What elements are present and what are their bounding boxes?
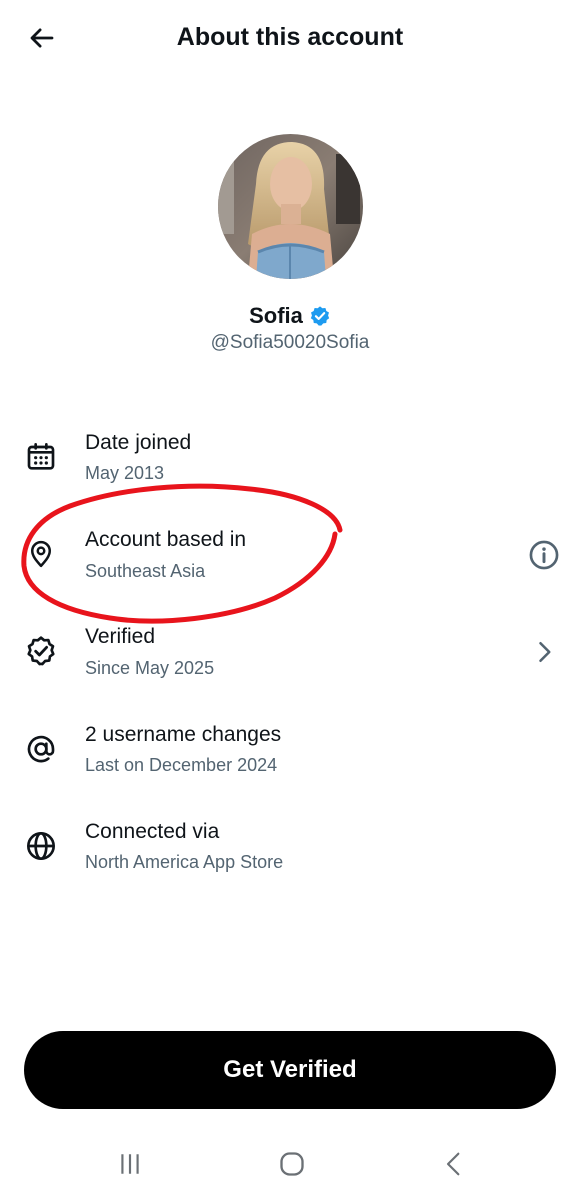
row-account-based-in: Account based in Southeast Asia [0,522,580,592]
row-subtitle: Since May 2025 [85,658,215,678]
row-verified[interactable]: Verified Since May 2025 [0,619,580,689]
row-subtitle: May 2013 [85,463,165,483]
chevron-button[interactable] [524,632,564,672]
get-verified-button[interactable]: Get Verified [24,1031,556,1109]
row-title: Connected via [85,820,220,843]
row-title: 2 username changes [85,723,282,746]
row-date-joined: Date joined May 2013 [0,425,580,495]
row-subtitle: Southeast Asia [85,561,206,581]
avatar[interactable] [218,134,363,279]
calendar-icon [22,438,60,476]
row-subtitle: Last on December 2024 [85,755,278,775]
verified-badge-icon [22,632,60,670]
chevron-right-icon [539,641,551,663]
globe-icon [22,827,60,865]
home-icon [280,1152,304,1176]
page-title: About this account [176,23,404,51]
row-username-changes: 2 username changes Last on December 2024 [0,717,580,787]
info-button[interactable] [524,535,564,575]
system-nav-bar [0,1130,580,1200]
app-header: About this account [0,0,580,76]
row-title: Verified [85,625,156,648]
system-back-button[interactable] [432,1144,476,1184]
back-icon [446,1152,460,1176]
profile-name-row: Sofia [0,301,580,331]
row-title: Date joined [85,431,192,454]
row-connected-via: Connected via North America App Store [0,814,580,884]
location-pin-icon [22,535,60,573]
profile-handle: @Sofia50020Sofia [210,332,370,353]
recent-apps-icon [121,1154,139,1174]
at-sign-icon [22,730,60,768]
row-subtitle: North America App Store [85,852,284,872]
verified-badge-icon [309,305,331,327]
home-button[interactable] [270,1144,314,1184]
recent-apps-button[interactable] [108,1144,152,1184]
row-title: Account based in [85,528,247,551]
info-icon [529,540,559,570]
profile-name: Sofia [249,303,303,328]
avatar-photo [218,134,363,279]
